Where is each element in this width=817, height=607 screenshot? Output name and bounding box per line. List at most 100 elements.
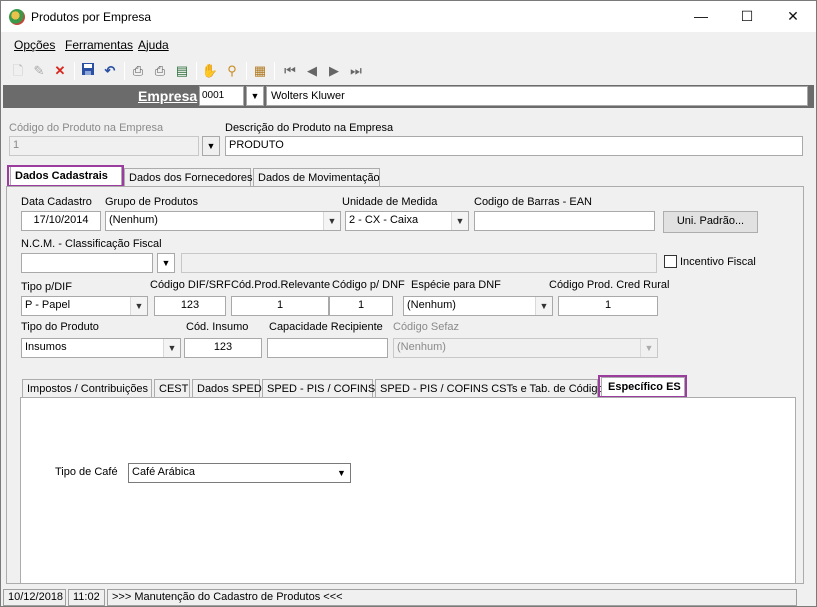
- settings-icon[interactable]: ▦: [251, 62, 269, 80]
- title-bar: Produtos por Empresa — ☐ ✕: [1, 1, 816, 32]
- codigo-produto-label: Código do Produto na Empresa: [9, 122, 164, 134]
- toolbar: 🗋 ✎ ✕ ↶ ⎙ ⎙ ▤ ✋ ⚲ ▦ ⏮ ◀ ▶ ⏭: [1, 58, 816, 84]
- tipo-produto-label: Tipo do Produto: [21, 321, 99, 333]
- edit-icon[interactable]: ✎: [30, 62, 48, 80]
- status-time: 11:02: [68, 589, 105, 606]
- especie-dnf-label: Espécie para DNF: [411, 279, 501, 291]
- capacidade-label: Capacidade Recipiente: [269, 321, 383, 333]
- incentivo-fiscal-label: Incentivo Fiscal: [680, 256, 756, 268]
- undo-icon[interactable]: ↶: [101, 62, 119, 80]
- tipo-cafe-label: Tipo de Café: [55, 466, 118, 478]
- tab-highlight: [7, 165, 124, 187]
- window-title: Produtos por Empresa: [31, 10, 152, 24]
- menu-ajuda[interactable]: Ajuda: [138, 38, 169, 52]
- unidade-medida-label: Unidade de Medida: [342, 196, 438, 208]
- unidade-medida-value: 2 - CX - Caixa: [349, 214, 419, 226]
- last-icon[interactable]: ⏭: [347, 62, 365, 80]
- codigo-dnf-input[interactable]: 1: [329, 296, 393, 316]
- status-date: 10/12/2018: [3, 589, 66, 606]
- subtab-cest[interactable]: CEST: [154, 379, 190, 398]
- tab-dados-movimentacao[interactable]: Dados de Movimentação: [253, 168, 380, 187]
- search-icon[interactable]: ⚲: [223, 62, 241, 80]
- chevron-down-icon: ▼: [323, 212, 340, 230]
- empresa-code-input[interactable]: 0001: [199, 86, 244, 106]
- cod-cred-rural-label: Código Prod. Cred Rural: [549, 279, 670, 291]
- tipo-dif-label: Tipo p/DIF: [21, 281, 72, 293]
- export-icon[interactable]: ▤: [173, 62, 191, 80]
- new-icon[interactable]: 🗋: [9, 62, 27, 80]
- status-message: >>> Manutenção do Cadastro de Produtos <…: [107, 589, 797, 606]
- tipo-dif-value: P - Papel: [25, 299, 71, 311]
- data-cadastro-label: Data Cadastro: [21, 196, 92, 208]
- chevron-down-icon: ▼: [640, 339, 657, 357]
- tipo-produto-value: Insumos: [25, 341, 67, 353]
- ean-label: Codigo de Barras - EAN: [474, 196, 592, 208]
- cod-insumo-input[interactable]: 123: [184, 338, 262, 358]
- unidade-medida-select[interactable]: 2 - CX - Caixa ▼: [345, 211, 469, 231]
- hand-icon[interactable]: ✋: [201, 62, 219, 80]
- capacidade-input[interactable]: [267, 338, 388, 358]
- cod-relevante-input[interactable]: 1: [231, 296, 329, 316]
- especie-dnf-value: (Nenhum): [407, 299, 456, 311]
- codigo-produto-input[interactable]: 1: [9, 136, 199, 156]
- chevron-down-icon: ▼: [451, 212, 468, 230]
- first-icon[interactable]: ⏮: [281, 62, 299, 80]
- tipo-cafe-value: Café Arábica: [132, 466, 195, 478]
- cod-relevante-label: Cód.Prod.Relevante: [231, 279, 331, 291]
- codigo-dnf-label: Código p/ DNF: [332, 279, 405, 291]
- subtab-sped-csts[interactable]: SPED - PIS / COFINS CSTs e Tab. de Códig…: [375, 379, 609, 398]
- tipo-cafe-select[interactable]: Café Arábica ▼: [128, 463, 351, 483]
- subtab-impostos[interactable]: Impostos / Contribuições: [22, 379, 152, 398]
- tab-dados-fornecedores[interactable]: Dados dos Fornecedores: [124, 168, 253, 187]
- empresa-bar: Empresa 0001 ▼ Wolters Kluwer: [3, 85, 814, 108]
- descricao-produto-label: Descrição do Produto na Empresa: [225, 122, 394, 134]
- chevron-down-icon: ▼: [163, 339, 180, 357]
- print-preview-icon[interactable]: ⎙: [151, 62, 169, 80]
- dados-cadastrais-panel: Data Cadastro 17/10/2014 Grupo de Produt…: [6, 186, 804, 584]
- status-bar: 10/12/2018 11:02 >>> Manutenção do Cadas…: [1, 587, 816, 606]
- codigo-sefaz-label: Código Sefaz: [393, 321, 460, 333]
- maximize-button[interactable]: ☐: [724, 1, 770, 32]
- grupo-produtos-label: Grupo de Produtos: [105, 196, 198, 208]
- codigo-produto-dropdown-button[interactable]: ▼: [202, 136, 220, 156]
- data-cadastro-input[interactable]: 17/10/2014: [21, 211, 101, 231]
- codigo-sefaz-select[interactable]: (Nenhum) ▼: [393, 338, 658, 358]
- especifico-es-panel: Tipo de Café Café Arábica ▼: [20, 397, 796, 583]
- incentivo-fiscal-checkbox[interactable]: [664, 255, 677, 268]
- codigo-dif-input[interactable]: 123: [154, 296, 226, 316]
- ncm-description-field: [181, 253, 657, 273]
- next-icon[interactable]: ▶: [325, 62, 343, 80]
- tipo-dif-select[interactable]: P - Papel ▼: [21, 296, 148, 316]
- grupo-produtos-select[interactable]: (Nenhum) ▼: [105, 211, 341, 231]
- descricao-produto-input[interactable]: PRODUTO: [225, 136, 803, 156]
- delete-icon[interactable]: ✕: [51, 62, 69, 80]
- subtab-highlight: [598, 375, 687, 398]
- chevron-down-icon: ▼: [333, 464, 350, 482]
- ncm-dropdown-button[interactable]: ▼: [157, 253, 175, 273]
- minimize-button[interactable]: —: [678, 1, 724, 32]
- prev-icon[interactable]: ◀: [303, 62, 321, 80]
- menu-ferramentas[interactable]: Ferramentas: [65, 38, 133, 52]
- ncm-label: N.C.M. - Classificação Fiscal: [21, 238, 162, 250]
- cod-cred-rural-input[interactable]: 1: [558, 296, 658, 316]
- subtab-dados-sped[interactable]: Dados SPED: [192, 379, 262, 398]
- ean-input[interactable]: [474, 211, 655, 231]
- menu-opcoes[interactable]: Opções: [14, 38, 55, 52]
- menu-bar: Opções Ferramentas Ajuda: [1, 34, 816, 56]
- chevron-down-icon: ▼: [535, 297, 552, 315]
- uni-padrao-button[interactable]: Uni. Padrão...: [663, 211, 758, 233]
- ncm-input[interactable]: [21, 253, 153, 273]
- empresa-dropdown-button[interactable]: ▼: [246, 86, 264, 106]
- subtab-sped-pis-cofins[interactable]: SPED - PIS / COFINS: [262, 379, 375, 398]
- app-icon: [9, 9, 25, 25]
- print-icon[interactable]: ⎙: [129, 62, 147, 80]
- save-icon[interactable]: [79, 62, 97, 80]
- empresa-name-field: Wolters Kluwer: [266, 86, 808, 106]
- codigo-dif-label: Código DIF/SRF: [150, 279, 231, 291]
- codigo-sefaz-value: (Nenhum): [397, 341, 446, 353]
- cod-insumo-label: Cód. Insumo: [186, 321, 249, 333]
- especie-dnf-select[interactable]: (Nenhum) ▼: [403, 296, 553, 316]
- close-button[interactable]: ✕: [770, 1, 816, 32]
- tipo-produto-select[interactable]: Insumos ▼: [21, 338, 181, 358]
- main-window: Produtos por Empresa — ☐ ✕ Opções Ferram…: [0, 0, 817, 607]
